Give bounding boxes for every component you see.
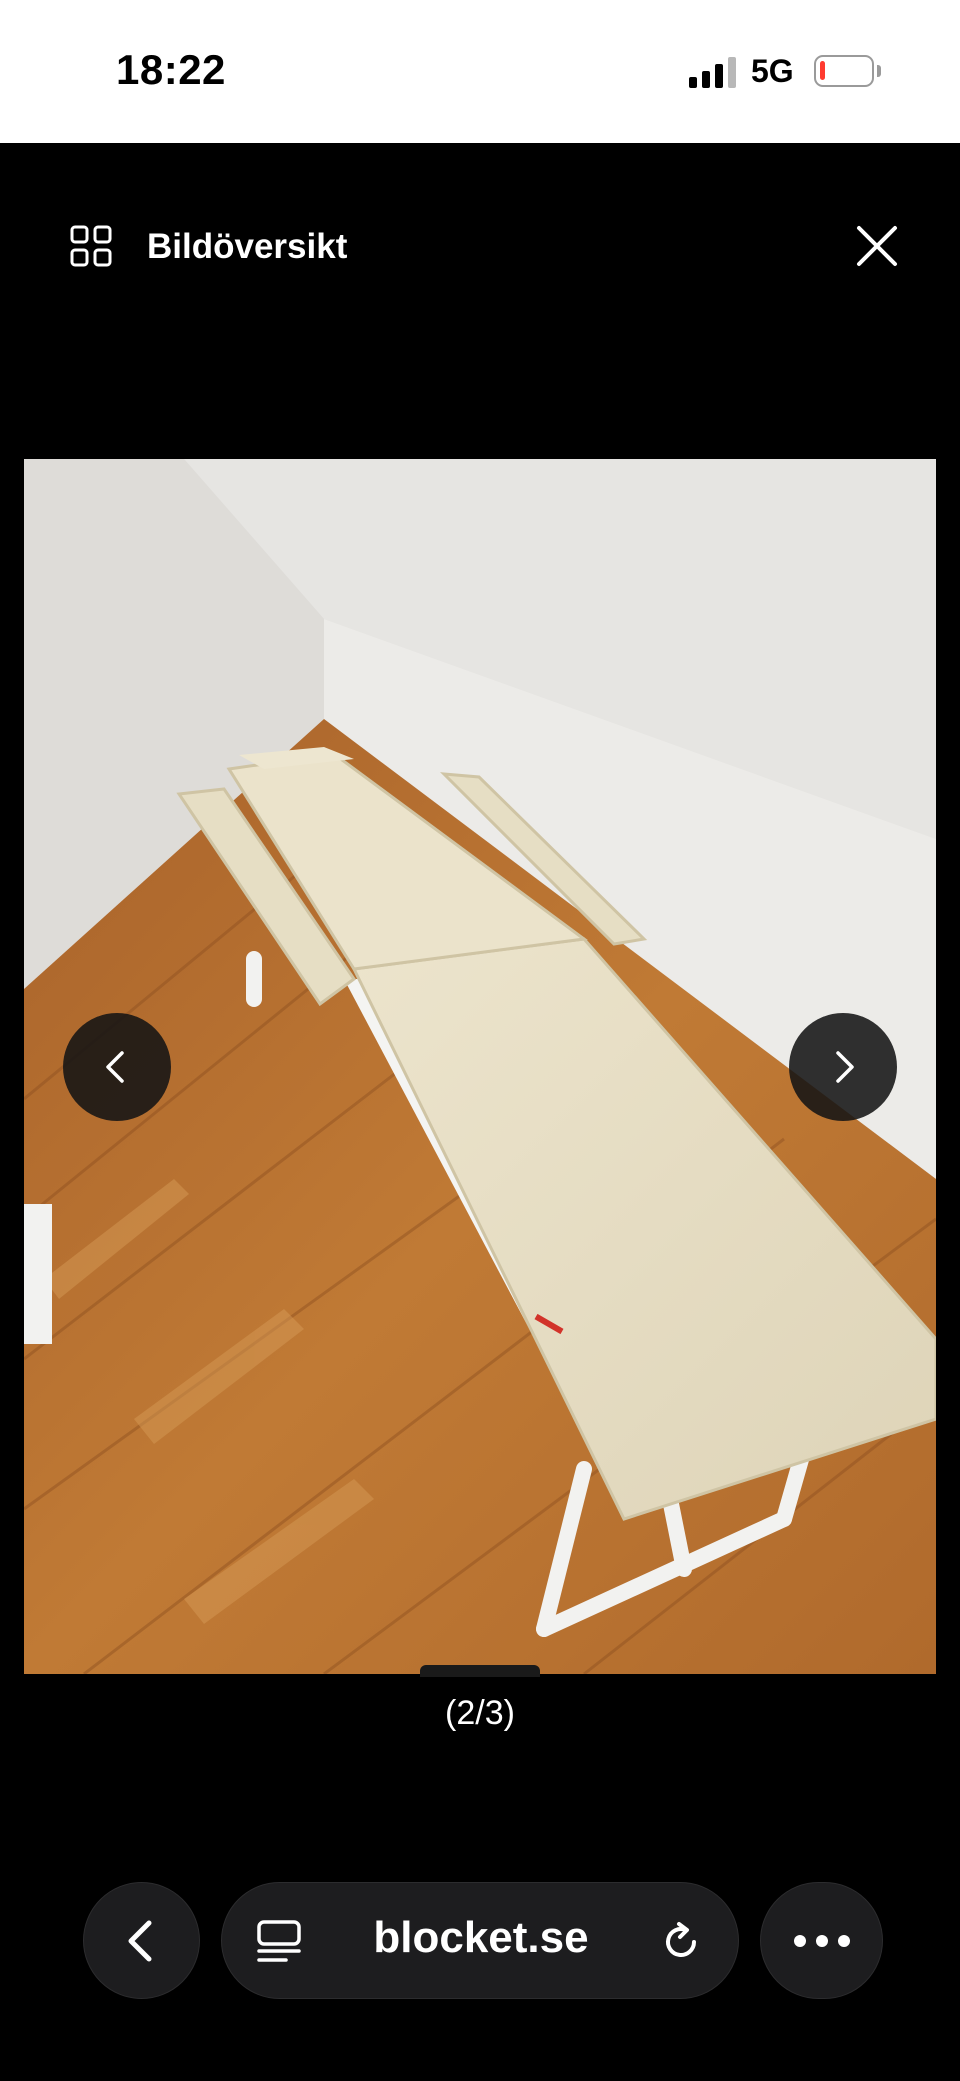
reload-icon[interactable] (658, 1919, 704, 1965)
close-icon[interactable] (850, 219, 904, 273)
battery-cap (877, 65, 881, 77)
chevron-left-icon (128, 1920, 151, 1961)
battery-icon (814, 55, 874, 87)
browser-back-button[interactable] (83, 1882, 200, 1999)
previous-image-button[interactable] (63, 1013, 171, 1121)
status-time: 18:22 (116, 46, 226, 93)
image-overview-link[interactable]: Bildöversikt (147, 227, 347, 267)
chevron-right-icon (836, 1051, 854, 1083)
ellipsis-icon (793, 1934, 850, 1947)
status-bar: 18:22 5G (0, 0, 960, 143)
next-image-button[interactable] (789, 1013, 897, 1121)
image-counter: (2/3) (445, 1694, 515, 1732)
gallery-header: Bildöversikt (0, 143, 960, 343)
grid-icon[interactable] (70, 225, 112, 267)
battery-level (820, 61, 825, 80)
address-bar[interactable]: blocket.se (221, 1882, 739, 1999)
sheet-handle (420, 1665, 540, 1677)
more-options-button[interactable] (760, 1882, 883, 1999)
chevron-left-icon (106, 1051, 124, 1083)
network-type: 5G (751, 53, 794, 89)
cellular-signal-icon (689, 56, 737, 88)
